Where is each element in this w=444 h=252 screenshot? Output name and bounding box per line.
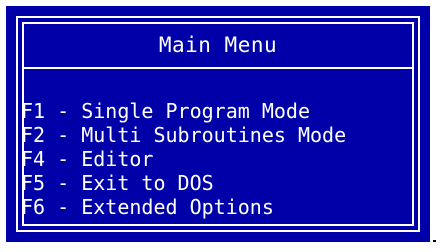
function-key: F5 bbox=[21, 171, 46, 195]
menu-item-extended-options[interactable]: F6 - Extended Options bbox=[21, 195, 346, 219]
menu-item-label: Extended Options bbox=[81, 195, 274, 219]
menu-item-label: Editor bbox=[81, 147, 154, 171]
separator: - bbox=[45, 195, 82, 219]
menu-item-exit-to-dos[interactable]: F5 - Exit to DOS bbox=[21, 171, 346, 195]
separator: - bbox=[45, 147, 82, 171]
menu-item-label: Exit to DOS bbox=[81, 171, 214, 195]
window-shadow-mark bbox=[433, 240, 436, 242]
menu-item-multi-subroutines-mode[interactable]: F2 - Multi Subroutines Mode bbox=[21, 123, 346, 147]
title-divider bbox=[22, 67, 414, 69]
window-title: Main Menu bbox=[158, 33, 278, 57]
menu-item-editor[interactable]: F4 - Editor bbox=[21, 147, 346, 171]
separator: - bbox=[45, 123, 82, 147]
main-menu-window: Main Menu F1 - Single Program Mode F2 - … bbox=[6, 6, 430, 242]
function-key: F4 bbox=[21, 147, 46, 171]
function-key: F2 bbox=[21, 123, 46, 147]
menu-list: F1 - Single Program Mode F2 - Multi Subr… bbox=[21, 99, 346, 219]
function-key: F6 bbox=[21, 195, 46, 219]
function-key: F1 bbox=[21, 99, 46, 123]
separator: - bbox=[45, 99, 82, 123]
menu-item-single-program-mode[interactable]: F1 - Single Program Mode bbox=[21, 99, 346, 123]
menu-item-label: Single Program Mode bbox=[81, 99, 310, 123]
menu-item-label: Multi Subroutines Mode bbox=[81, 123, 347, 147]
separator: - bbox=[45, 171, 82, 195]
